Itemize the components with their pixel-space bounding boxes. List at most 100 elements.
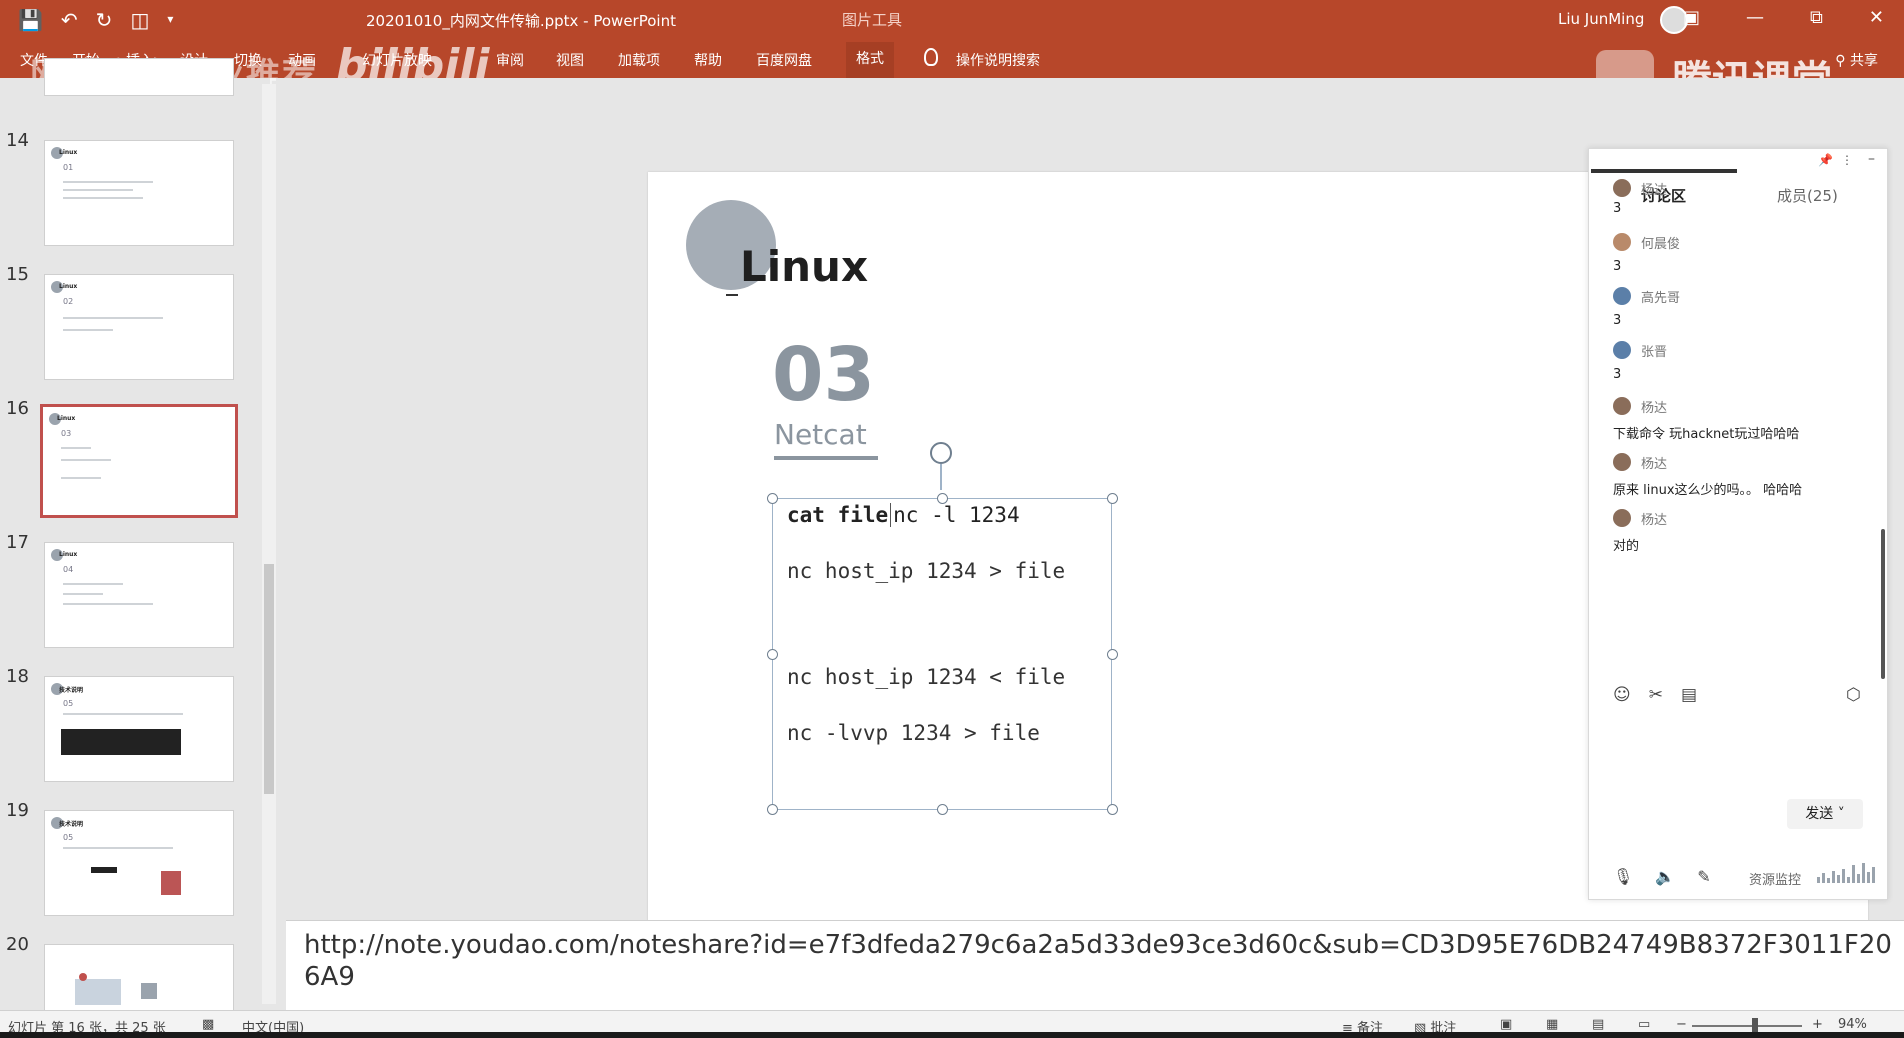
pin-icon[interactable]: 📌 xyxy=(1818,153,1833,167)
slide-thumbnail-20[interactable]: 20 xyxy=(0,934,250,1014)
avatar[interactable] xyxy=(1613,397,1631,415)
slide-thumbnail-card xyxy=(44,58,234,96)
slide-heading[interactable]: Linux xyxy=(740,242,868,291)
slide-number: 19 xyxy=(6,800,29,821)
send-button[interactable]: 发送 ˅ xyxy=(1787,799,1863,829)
slide-thumbnail-15[interactable]: 15 Linux 02 xyxy=(0,264,250,384)
thumb-text-line xyxy=(61,459,111,461)
tab-addins[interactable]: 加载项 xyxy=(618,50,660,70)
section-title[interactable]: Netcat xyxy=(774,418,867,451)
minimize-icon[interactable]: — xyxy=(1746,7,1764,28)
code-line-1: cat file nc -l 1234 xyxy=(787,503,1020,527)
code-line-2: nc host_ip 1234 > file xyxy=(787,559,1066,583)
resize-handle-top-left[interactable] xyxy=(767,493,778,504)
normal-view-icon[interactable]: ▣ xyxy=(1500,1017,1512,1032)
slide-thumbnail-card: Linux 01 xyxy=(44,140,234,246)
avatar[interactable] xyxy=(1613,179,1631,197)
resize-handle-bottom-right[interactable] xyxy=(1107,804,1118,815)
zoom-in-icon[interactable]: + xyxy=(1812,1017,1823,1032)
resize-handle-bottom[interactable] xyxy=(937,804,948,815)
avatar[interactable] xyxy=(1613,509,1631,527)
resize-handle-top[interactable] xyxy=(937,493,948,504)
spellcheck-icon[interactable]: ▩ xyxy=(202,1017,214,1032)
ribbon-display-icon[interactable]: ▣ xyxy=(1683,7,1700,28)
pen-icon[interactable]: ✎ xyxy=(1697,867,1710,886)
resize-handle-bottom-left[interactable] xyxy=(767,804,778,815)
sender-name[interactable]: 何晨俊 xyxy=(1641,233,1680,252)
thumbnail-scrollbar-thumb[interactable] xyxy=(264,564,274,794)
slide-sorter-icon[interactable]: ▦ xyxy=(1546,1017,1558,1032)
slide-thumbnail-panel: 14 Linux 01 15 Linux 02 16 Linux 03 17 L… xyxy=(0,58,270,1014)
sender-name[interactable]: 杨达 xyxy=(1641,453,1667,472)
thumb-text-line xyxy=(63,847,173,849)
tab-view[interactable]: 视图 xyxy=(556,50,584,70)
chat-toolbar: ☺ ✂ ▤ xyxy=(1613,685,1697,705)
avatar[interactable] xyxy=(1613,453,1631,471)
slide-thumbnail-14[interactable]: 14 Linux 01 xyxy=(0,130,250,250)
minimize-panel-icon[interactable]: – xyxy=(1868,151,1875,167)
zoom-out-icon[interactable]: − xyxy=(1676,1017,1687,1032)
chat-scrollbar[interactable] xyxy=(1881,529,1885,679)
image-icon[interactable]: ▤ xyxy=(1681,685,1697,705)
restore-icon[interactable]: ⧉ xyxy=(1810,7,1823,28)
sender-name[interactable]: 高先哥 xyxy=(1641,287,1680,306)
save-icon[interactable]: 💾 xyxy=(18,8,43,32)
avatar[interactable] xyxy=(1613,341,1631,359)
sender-name[interactable]: 杨达 xyxy=(1641,397,1667,416)
rotate-handle-icon[interactable] xyxy=(930,442,952,464)
notes-text[interactable]: http://note.youdao.com/noteshare?id=e7f3… xyxy=(304,929,1894,993)
sender-name[interactable]: 张晋 xyxy=(1641,341,1667,360)
sender-name[interactable]: 杨达 xyxy=(1641,509,1667,528)
close-icon[interactable]: ✕ xyxy=(1869,7,1884,28)
thumb-text-line xyxy=(63,197,143,199)
microphone-icon[interactable]: 🎙 xyxy=(1613,867,1633,886)
zoom-slider[interactable] xyxy=(1692,1025,1802,1027)
slide-thumbnail-card: Linux 04 xyxy=(44,542,234,648)
tab-baidu-netdisk[interactable]: 百度网盘 xyxy=(756,50,812,70)
more-options-icon[interactable]: ⋮ xyxy=(1841,153,1853,167)
contextual-tab-group-label: 图片工具 xyxy=(842,11,903,29)
code-image-selected[interactable]: cat file nc -l 1234 nc host_ip 1234 > fil… xyxy=(767,493,1118,815)
resize-handle-right[interactable] xyxy=(1107,649,1118,660)
resize-handle-top-right[interactable] xyxy=(1107,493,1118,504)
slide-thumbnail-18[interactable]: 18 技术说明 05 xyxy=(0,666,250,786)
repeat-icon[interactable]: ↻ xyxy=(96,8,113,32)
scissors-icon[interactable]: ✂ xyxy=(1649,685,1663,705)
resize-handle-left[interactable] xyxy=(767,649,778,660)
present-from-start-icon[interactable]: ◫ xyxy=(130,8,149,32)
powerpoint-window: 💾 ↶ ↻ ◫ ▾ 20201010_内网文件传输.pptx - PowerPo… xyxy=(0,0,1904,1038)
slide-number: 14 xyxy=(6,130,29,151)
tab-help[interactable]: 帮助 xyxy=(694,50,722,70)
undo-icon[interactable]: ↶ xyxy=(61,8,78,32)
thumbnail-scrollbar[interactable] xyxy=(262,84,276,1004)
account-name[interactable]: Liu JunMing xyxy=(1558,10,1644,28)
zoom-slider-thumb[interactable] xyxy=(1752,1018,1758,1032)
resource-monitor-label[interactable]: 资源监控 xyxy=(1749,869,1801,888)
customize-qat-icon[interactable]: ▾ xyxy=(167,12,173,32)
slide-thumbnail-16[interactable]: 16 Linux 03 xyxy=(0,398,250,518)
sender-name[interactable]: 杨达 xyxy=(1641,179,1667,198)
reading-view-icon[interactable]: ▤ xyxy=(1592,1017,1604,1032)
settings-icon[interactable]: ⬡ xyxy=(1846,685,1861,705)
rotate-handle-stem xyxy=(940,464,942,490)
avatar[interactable] xyxy=(1613,287,1631,305)
slide-thumbnail-17[interactable]: 17 Linux 04 xyxy=(0,532,250,652)
slideshow-icon[interactable]: ▭ xyxy=(1638,1017,1650,1032)
message-text: 3 xyxy=(1613,313,1622,328)
tab-review[interactable]: 审阅 xyxy=(496,50,524,70)
emoji-icon[interactable]: ☺ xyxy=(1613,685,1631,705)
slide-number: 15 xyxy=(6,264,29,285)
thumb-text-line xyxy=(61,477,101,479)
slide-thumbnail-partial[interactable] xyxy=(0,58,250,118)
zoom-level[interactable]: 94% xyxy=(1838,1017,1867,1032)
slide-thumbnail-19[interactable]: 19 技术说明 05 xyxy=(0,800,250,920)
chat-message: 杨达 3 xyxy=(1613,175,1873,223)
section-number[interactable]: 03 xyxy=(772,332,875,418)
speaker-icon[interactable]: 🔈 xyxy=(1655,867,1675,886)
avatar[interactable] xyxy=(1613,233,1631,251)
notes-pane[interactable]: http://note.youdao.com/noteshare?id=e7f3… xyxy=(286,920,1904,1010)
tell-me-search[interactable]: 操作说明搜索 xyxy=(956,50,1040,70)
code-line-4: nc -lvvp 1234 > file xyxy=(787,721,1040,745)
window-title: 20201010_内网文件传输.pptx - PowerPoint xyxy=(366,12,676,30)
tab-format[interactable]: 格式 xyxy=(846,42,894,78)
